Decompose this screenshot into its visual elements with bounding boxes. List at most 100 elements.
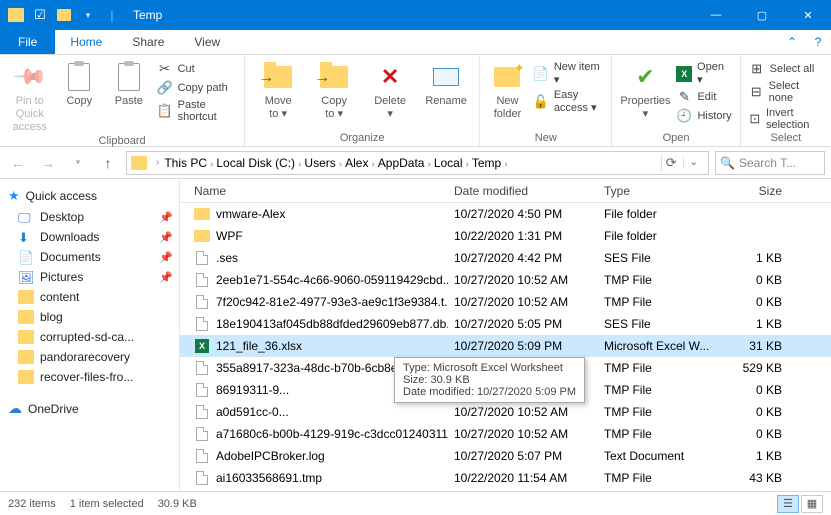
breadcrumb-segment[interactable]: Temp bbox=[472, 156, 501, 170]
minimize-button[interactable]: — bbox=[693, 0, 739, 30]
sidebar-item[interactable]: 📄Documents📌 bbox=[0, 247, 179, 267]
paste-button[interactable]: Paste bbox=[107, 59, 151, 108]
tab-share[interactable]: Share bbox=[117, 30, 179, 54]
back-button[interactable]: ← bbox=[6, 151, 30, 175]
forward-button[interactable]: → bbox=[36, 151, 60, 175]
help-icon[interactable]: ? bbox=[805, 30, 831, 54]
edit-icon: ✎ bbox=[676, 89, 692, 105]
file-type-cell: TMP File bbox=[598, 471, 718, 485]
breadcrumb-segment[interactable]: Alex bbox=[345, 156, 368, 170]
column-headers[interactable]: Name Date modified Type Size bbox=[180, 179, 831, 203]
sidebar-item[interactable]: corrupted-sd-ca... bbox=[0, 327, 179, 347]
file-row[interactable]: 18e190413af045db88dfded29609eb877.db...1… bbox=[180, 313, 831, 335]
search-input[interactable]: 🔍 Search T... bbox=[715, 151, 825, 175]
column-type[interactable]: Type bbox=[598, 184, 718, 198]
file-row[interactable]: 7f20c942-81e2-4977-93e3-ae9c1f3e9384.t..… bbox=[180, 291, 831, 313]
tab-home[interactable]: Home bbox=[55, 30, 117, 54]
view-details-button[interactable]: ☰ bbox=[777, 495, 799, 513]
easy-access-icon: 🔓 bbox=[533, 94, 549, 110]
sidebar-item[interactable]: 🖼Pictures📌 bbox=[0, 267, 179, 287]
new-item-button[interactable]: 📄New item ▾ bbox=[533, 61, 604, 86]
ribbon-collapse-icon[interactable]: ⌃ bbox=[779, 30, 805, 54]
copy-button[interactable]: Copy bbox=[58, 59, 102, 108]
sidebar-quick-access[interactable]: ★ Quick access bbox=[0, 185, 179, 207]
file-icon bbox=[194, 404, 210, 420]
file-row[interactable]: ai16033568691.tmp10/22/2020 11:54 AMTMP … bbox=[180, 467, 831, 489]
pin-to-quick-access-button[interactable]: 📌 Pin to Quick access bbox=[8, 59, 52, 135]
file-type-cell: TMP File bbox=[598, 383, 718, 397]
history-icon: 🕘 bbox=[676, 108, 692, 124]
breadcrumb-segment[interactable]: Local Disk (C:) bbox=[216, 156, 295, 170]
recent-locations-button[interactable]: ▾ bbox=[66, 151, 90, 175]
sidebar-onedrive[interactable]: ☁ OneDrive bbox=[0, 397, 179, 420]
navigation-pane[interactable]: ★ Quick access 🖵Desktop📌⬇Downloads📌📄Docu… bbox=[0, 179, 180, 491]
file-icon bbox=[194, 382, 210, 398]
close-button[interactable]: ✕ bbox=[785, 0, 831, 30]
pin-icon: 📌 bbox=[159, 231, 173, 244]
tab-file[interactable]: File bbox=[0, 30, 55, 54]
column-size[interactable]: Size bbox=[718, 184, 788, 198]
sidebar-item-label: blog bbox=[40, 310, 63, 324]
copy-to-button[interactable]: Copy to ▾ bbox=[309, 59, 359, 121]
breadcrumb-segment[interactable]: This PC bbox=[164, 156, 207, 170]
breadcrumb[interactable]: › This PC›Local Disk (C:)›Users›Alex›App… bbox=[126, 151, 709, 175]
column-name[interactable]: Name bbox=[188, 184, 448, 198]
select-all-button[interactable]: ⊞Select all bbox=[749, 61, 823, 77]
file-row[interactable]: vmware-Alex10/27/2020 4:50 PMFile folder bbox=[180, 203, 831, 225]
qat-properties-icon[interactable]: ☑ bbox=[29, 4, 51, 26]
sidebar-item-label: recover-files-fro... bbox=[40, 370, 133, 384]
file-row[interactable]: a71680c6-b00b-4129-919c-c3dcc01240311...… bbox=[180, 423, 831, 445]
paste-shortcut-button[interactable]: 📋Paste shortcut bbox=[157, 99, 237, 123]
file-row[interactable]: AdobeIPCBroker.log10/27/2020 5:07 PMText… bbox=[180, 445, 831, 467]
file-type-cell: File folder bbox=[598, 229, 718, 243]
sidebar-item[interactable]: blog bbox=[0, 307, 179, 327]
history-button[interactable]: 🕘History bbox=[676, 108, 731, 124]
qat-new-folder-icon[interactable] bbox=[53, 4, 75, 26]
status-selected-count: 1 item selected bbox=[70, 498, 158, 510]
file-row[interactable]: WPF10/22/2020 1:31 PMFile folder bbox=[180, 225, 831, 247]
file-row[interactable]: 2eeb1e71-554c-4c66-9060-059119429cbd...1… bbox=[180, 269, 831, 291]
column-date[interactable]: Date modified bbox=[448, 184, 598, 198]
file-size-cell: 529 KB bbox=[718, 361, 788, 375]
refresh-button[interactable]: ⟳ bbox=[661, 155, 681, 171]
easy-access-button[interactable]: 🔓Easy access ▾ bbox=[533, 89, 604, 114]
qat-dropdown-icon[interactable]: ▾ bbox=[77, 4, 99, 26]
maximize-button[interactable]: ▢ bbox=[739, 0, 785, 30]
sidebar-item[interactable]: 🖵Desktop📌 bbox=[0, 207, 179, 227]
file-name-cell: 2eeb1e71-554c-4c66-9060-059119429cbd... bbox=[188, 272, 448, 288]
file-row[interactable]: .ses10/27/2020 4:42 PMSES File1 KB bbox=[180, 247, 831, 269]
rename-button[interactable]: Rename bbox=[421, 59, 471, 108]
open-button[interactable]: XOpen ▾ bbox=[676, 61, 731, 86]
file-size-cell: 0 KB bbox=[718, 405, 788, 419]
copy-path-button[interactable]: 🔗Copy path bbox=[157, 80, 237, 96]
breadcrumb-dropdown[interactable]: ⌄ bbox=[683, 157, 704, 168]
select-none-button[interactable]: ⊟Select none bbox=[749, 80, 823, 104]
delete-button[interactable]: ✕Delete ▾ bbox=[365, 59, 415, 121]
invert-selection-button[interactable]: ⊡Invert selection bbox=[749, 107, 823, 131]
star-icon: ★ bbox=[8, 188, 20, 204]
group-select-label: Select bbox=[749, 132, 823, 144]
tab-view[interactable]: View bbox=[179, 30, 235, 54]
breadcrumb-segment[interactable]: Local bbox=[434, 156, 463, 170]
sidebar-item[interactable]: content bbox=[0, 287, 179, 307]
file-row[interactable]: X121_file_36.xlsx10/27/2020 5:09 PMMicro… bbox=[180, 335, 831, 357]
new-folder-button[interactable]: New folder bbox=[488, 59, 527, 121]
breadcrumb-segment[interactable]: Users bbox=[304, 156, 335, 170]
file-size-cell: 0 KB bbox=[718, 295, 788, 309]
properties-button[interactable]: ✔Properties ▾ bbox=[620, 59, 670, 121]
file-date-cell: 10/27/2020 10:52 AM bbox=[448, 427, 598, 441]
move-to-button[interactable]: Move to ▾ bbox=[253, 59, 303, 121]
cut-button[interactable]: ✂Cut bbox=[157, 61, 237, 77]
file-row[interactable]: a0d591cc-0...10/27/2020 10:52 AMTMP File… bbox=[180, 401, 831, 423]
file-list[interactable]: vmware-Alex10/27/2020 4:50 PMFile folder… bbox=[180, 203, 831, 491]
up-button[interactable]: ↑ bbox=[96, 151, 120, 175]
sidebar-item-label: Desktop bbox=[40, 210, 84, 224]
breadcrumb-segment[interactable]: AppData bbox=[378, 156, 425, 170]
sidebar-item[interactable]: ⬇Downloads📌 bbox=[0, 227, 179, 247]
sidebar-item[interactable]: pandorarecovery bbox=[0, 347, 179, 367]
sidebar-item[interactable]: recover-files-fro... bbox=[0, 367, 179, 387]
file-name-cell: AdobeIPCBroker.log bbox=[188, 448, 448, 464]
view-large-icons-button[interactable]: ▦ bbox=[801, 495, 823, 513]
edit-button[interactable]: ✎Edit bbox=[676, 89, 731, 105]
chevron-right-icon: › bbox=[501, 159, 510, 170]
